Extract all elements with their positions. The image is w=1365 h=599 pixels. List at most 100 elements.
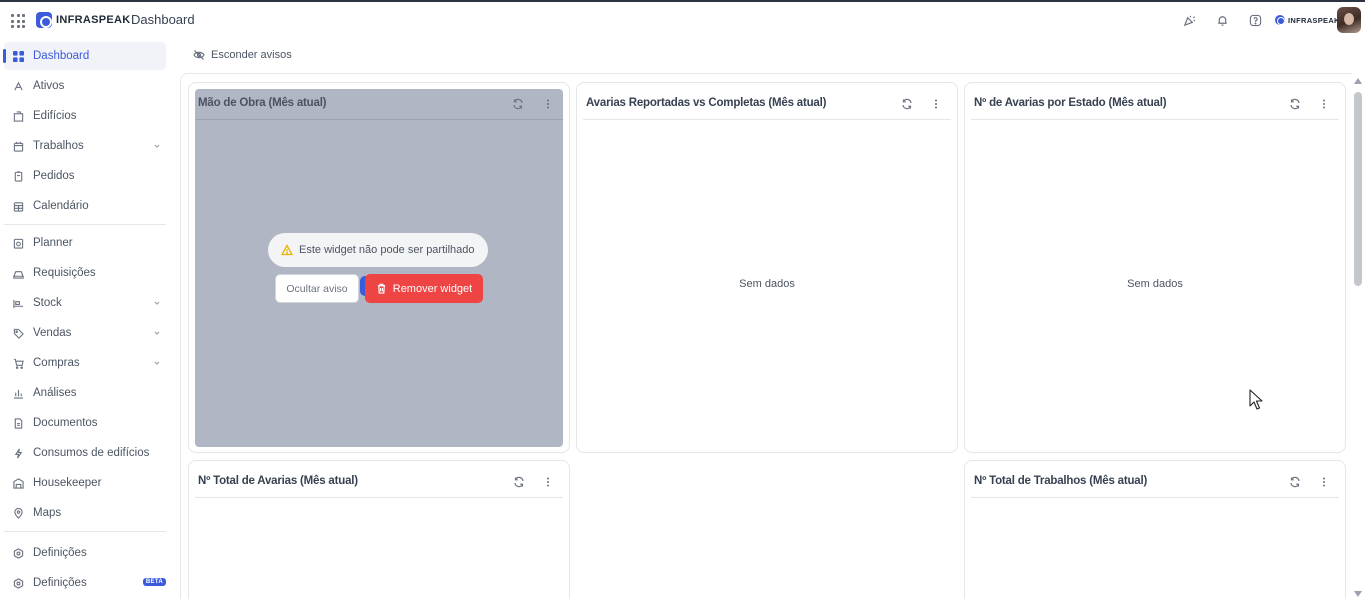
planner-icon (12, 237, 24, 249)
sidebar-item-planner[interactable]: Planner (4, 229, 166, 257)
apps-grid-icon[interactable] (11, 14, 25, 28)
kebab-menu-icon[interactable] (1318, 98, 1330, 110)
hide-warning-button[interactable]: Ocultar aviso (275, 274, 359, 303)
brand-logo[interactable]: INFRASPEAK (36, 12, 131, 28)
remove-widget-button[interactable]: Remover widget (365, 274, 483, 303)
vertical-scrollbar[interactable] (1352, 76, 1365, 599)
widget-title: Mão de Obra (Mês atual) (198, 97, 327, 109)
mouse-cursor-icon (1249, 389, 1263, 410)
widget-mao-de-obra: Mão de Obra (Mês atual) Este widget não … (188, 82, 570, 453)
chevron-down-icon[interactable] (153, 359, 161, 367)
sidebar-item-calendario[interactable]: Calendário (4, 192, 166, 220)
widget-title: Avarias Reportadas vs Completas (Mês atu… (586, 97, 827, 109)
sidebar-item-label: Definições (33, 547, 87, 559)
bell-icon[interactable] (1215, 13, 1229, 27)
refresh-icon[interactable] (513, 476, 525, 488)
sidebar-item-maps[interactable]: Maps (4, 499, 166, 527)
refresh-icon[interactable] (1289, 476, 1301, 488)
settings-icon (12, 547, 24, 559)
widget-grid: Mão de Obra (Mês atual) Este widget não … (180, 73, 1352, 599)
sidebar-item-analises[interactable]: Análises (4, 379, 166, 407)
bolt-icon (12, 447, 24, 459)
sidebar-item-label: Edifícios (33, 110, 77, 122)
dashboard-toolbar: Esconder avisos (180, 40, 1365, 74)
bed-icon (12, 477, 24, 489)
kebab-menu-icon[interactable] (542, 476, 554, 488)
scroll-down-arrow-icon[interactable] (1354, 591, 1362, 597)
widget-header: Mão de Obra (Mês atual) (195, 89, 563, 120)
sidebar: Dashboard Ativos Edifícios Trabalhos Ped… (0, 40, 172, 599)
celebration-icon[interactable] (1182, 13, 1196, 27)
scroll-thumb[interactable] (1354, 92, 1362, 286)
sidebar-item-stock[interactable]: Stock (4, 289, 166, 317)
clipboard-icon (12, 170, 24, 182)
sidebar-item-edificios[interactable]: Edifícios (4, 102, 166, 130)
sidebar-item-label: Pedidos (33, 170, 75, 182)
sidebar-item-trabalhos[interactable]: Trabalhos (4, 132, 166, 160)
widget-header: Nº Total de Avarias (Mês atual) (195, 467, 563, 498)
stock-icon (12, 297, 24, 309)
chevron-down-icon[interactable] (153, 329, 161, 337)
widget-title: Nº de Avarias por Estado (Mês atual) (974, 97, 1167, 109)
sidebar-item-label: Maps (33, 507, 62, 519)
kebab-menu-icon[interactable] (542, 98, 554, 110)
refresh-icon[interactable] (901, 98, 913, 110)
calendar-icon (12, 140, 24, 152)
sidebar-divider (4, 531, 166, 532)
widget-total-avarias: Nº Total de Avarias (Mês atual) (188, 460, 570, 599)
warning-text: Este widget não pode ser partilhado (299, 244, 475, 256)
kebab-menu-icon[interactable] (1318, 476, 1330, 488)
sidebar-item-label: Ativos (33, 80, 65, 92)
sidebar-divider (4, 224, 166, 225)
no-data-message: Sem dados (739, 278, 795, 290)
refresh-icon[interactable] (1289, 98, 1301, 110)
brand-mark-icon (36, 12, 52, 28)
refresh-icon[interactable] (512, 98, 524, 110)
hide-warnings-toggle[interactable]: Esconder avisos (193, 49, 292, 61)
workspace-mark-icon (1275, 15, 1285, 25)
sidebar-item-label: Definições (33, 577, 87, 589)
chevron-down-icon[interactable] (153, 142, 161, 150)
sidebar-item-label: Requisições (33, 267, 96, 279)
sidebar-item-vendas[interactable]: Vendas (4, 319, 166, 347)
workspace-name: INFRASPEAK (1288, 15, 1340, 25)
tag-icon (12, 327, 24, 339)
beta-badge: BETA (142, 578, 166, 586)
settings-icon (12, 577, 24, 589)
sidebar-item-label: Consumos de edifícios (33, 447, 150, 459)
sidebar-item-requisicoes[interactable]: Requisições (4, 259, 166, 287)
sidebar-item-dashboard[interactable]: Dashboard (3, 42, 166, 70)
sidebar-item-definicoes-beta[interactable]: Definições BETA (4, 569, 166, 597)
kebab-menu-icon[interactable] (930, 98, 942, 110)
sidebar-item-label: Housekeeper (33, 477, 102, 489)
sidebar-item-definicoes[interactable]: Definições (4, 539, 166, 567)
help-icon[interactable] (1248, 13, 1262, 27)
scroll-up-arrow-icon[interactable] (1354, 78, 1362, 84)
widget-header: Avarias Reportadas vs Completas (Mês atu… (583, 89, 951, 120)
sidebar-item-label: Análises (33, 387, 77, 399)
sidebar-item-label: Compras (33, 357, 80, 369)
sidebar-item-label: Stock (33, 297, 62, 309)
widget-warning-overlay: Mão de Obra (Mês atual) Este widget não … (195, 89, 563, 447)
sidebar-item-compras[interactable]: Compras (4, 349, 166, 377)
widget-header: Nº de Avarias por Estado (Mês atual) (971, 89, 1339, 120)
widget-avarias-reportadas: Avarias Reportadas vs Completas (Mês atu… (576, 82, 958, 453)
sidebar-item-label: Documentos (33, 417, 98, 429)
sidebar-item-pedidos[interactable]: Pedidos (4, 162, 166, 190)
user-avatar[interactable] (1337, 7, 1361, 33)
workspace-logo[interactable]: INFRASPEAK (1275, 15, 1340, 25)
remove-widget-label: Remover widget (392, 282, 473, 295)
map-pin-icon (12, 507, 24, 519)
widget-header: Nº Total de Trabalhos (Mês atual) (971, 467, 1339, 498)
hide-warnings-label: Esconder avisos (211, 49, 292, 61)
sidebar-item-documentos[interactable]: Documentos (4, 409, 166, 437)
widget-title: Nº Total de Trabalhos (Mês atual) (974, 475, 1148, 487)
sidebar-item-consumos[interactable]: Consumos de edifícios (4, 439, 166, 467)
sidebar-item-label: Trabalhos (33, 140, 84, 152)
no-data-message: Sem dados (1127, 278, 1183, 290)
warning-icon (281, 244, 293, 256)
sidebar-item-housekeeper[interactable]: Housekeeper (4, 469, 166, 497)
chevron-down-icon[interactable] (153, 299, 161, 307)
widget-total-trabalhos: Nº Total de Trabalhos (Mês atual) (964, 460, 1346, 599)
sidebar-item-ativos[interactable]: Ativos (4, 72, 166, 100)
